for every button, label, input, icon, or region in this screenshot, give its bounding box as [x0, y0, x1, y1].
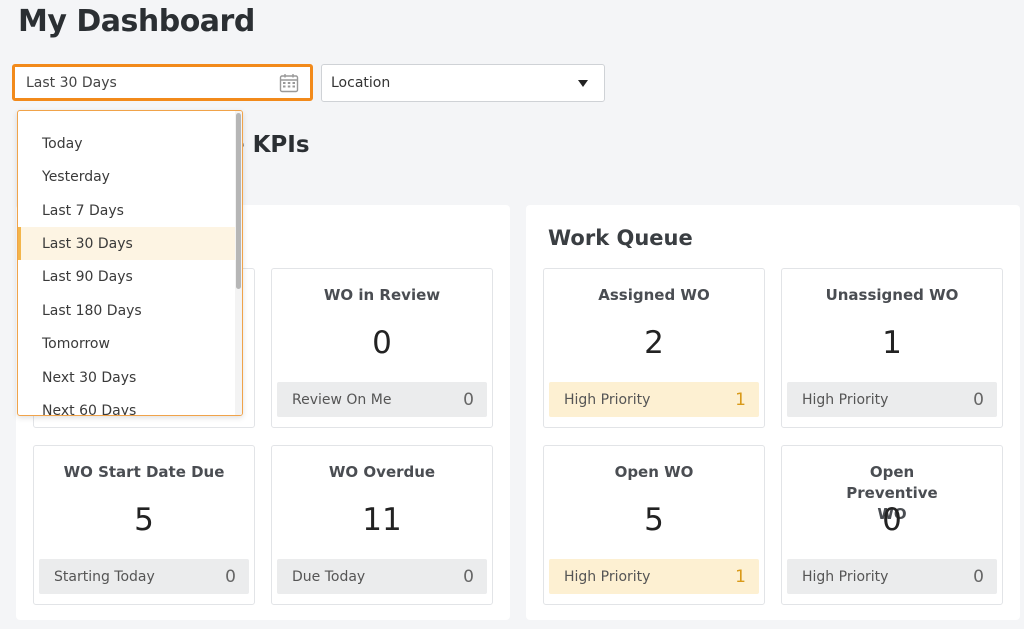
- date-range-dropdown[interactable]: Today Yesterday Last 7 Days Last 30 Days…: [17, 110, 243, 416]
- card-footer[interactable]: Starting Today 0: [39, 559, 249, 594]
- card-title: Open WO: [614, 463, 694, 481]
- footer-label: High Priority: [564, 391, 651, 408]
- card-value: 5: [134, 502, 154, 538]
- footer-count: 0: [973, 389, 984, 410]
- chevron-down-icon: [578, 80, 588, 87]
- card-value: 0: [882, 502, 902, 538]
- card-title: WO in Review: [323, 286, 441, 304]
- card-title: Assigned WO: [598, 286, 710, 304]
- card-footer[interactable]: Review On Me 0: [277, 382, 487, 417]
- location-select-value: Location: [331, 75, 391, 91]
- card-value: 2: [644, 325, 664, 361]
- location-select[interactable]: Location: [321, 64, 605, 102]
- queue-card-open-wo[interactable]: Open WO 5 High Priority 1: [543, 445, 765, 605]
- card-value: 1: [882, 325, 902, 361]
- footer-label: Due Today: [292, 568, 366, 585]
- footer-label: High Priority: [802, 568, 889, 585]
- footer-label: Starting Today: [54, 568, 155, 585]
- footer-count: 0: [225, 566, 236, 587]
- date-option-today[interactable]: Today: [18, 127, 237, 160]
- date-range-value: Last 30 Days: [26, 74, 117, 91]
- card-footer[interactable]: High Priority 0: [787, 559, 997, 594]
- date-option-last-30-days[interactable]: Last 30 Days: [18, 227, 237, 260]
- scrollbar-thumb[interactable]: [236, 113, 241, 289]
- kpi-card-wo-start-date-due[interactable]: WO Start Date Due 5 Starting Today 0: [33, 445, 255, 605]
- date-option-next-60-days[interactable]: Next 60 Days: [18, 394, 237, 416]
- work-queue-panel: Work Queue Assigned WO 2 High Priority 1…: [526, 205, 1020, 620]
- date-option-yesterday[interactable]: Yesterday: [18, 160, 237, 193]
- queue-card-assigned-wo[interactable]: Assigned WO 2 High Priority 1: [543, 268, 765, 428]
- date-option-last-7-days[interactable]: Last 7 Days: [18, 194, 237, 227]
- footer-label: Review On Me: [292, 391, 392, 408]
- queue-card-open-preventive-wo[interactable]: Open Preventive WO 0 High Priority 0: [781, 445, 1003, 605]
- footer-count: 0: [463, 389, 474, 410]
- dropdown-scrollbar[interactable]: [235, 111, 242, 415]
- footer-label: High Priority: [802, 391, 889, 408]
- calendar-icon[interactable]: [279, 73, 299, 93]
- date-option-next-30-days[interactable]: Next 30 Days: [18, 361, 237, 394]
- card-value: 5: [644, 502, 664, 538]
- footer-count: 0: [973, 566, 984, 587]
- card-footer[interactable]: High Priority 1: [549, 382, 759, 417]
- work-queue-title: Work Queue: [548, 226, 693, 250]
- date-range-field[interactable]: Last 30 Days: [12, 64, 313, 101]
- card-value: 11: [362, 502, 402, 538]
- date-option-last-90-days[interactable]: Last 90 Days: [18, 260, 237, 293]
- footer-count: 1: [735, 566, 746, 587]
- footer-count: 1: [735, 389, 746, 410]
- date-option-last-180-days[interactable]: Last 180 Days: [18, 294, 237, 327]
- card-title: WO Overdue: [328, 463, 436, 481]
- card-footer[interactable]: High Priority 0: [787, 382, 997, 417]
- footer-label: High Priority: [564, 568, 651, 585]
- card-footer[interactable]: Due Today 0: [277, 559, 487, 594]
- queue-card-unassigned-wo[interactable]: Unassigned WO 1 High Priority 0: [781, 268, 1003, 428]
- date-option-tomorrow[interactable]: Tomorrow: [18, 327, 237, 360]
- card-value: 0: [372, 325, 392, 361]
- card-title: WO Start Date Due: [63, 463, 225, 481]
- card-title: Unassigned WO: [825, 286, 959, 304]
- kpi-card-wo-in-review[interactable]: WO in Review 0 Review On Me 0: [271, 268, 493, 428]
- footer-count: 0: [463, 566, 474, 587]
- card-footer[interactable]: High Priority 1: [549, 559, 759, 594]
- kpi-card-wo-overdue[interactable]: WO Overdue 11 Due Today 0: [271, 445, 493, 605]
- page-title: My Dashboard: [18, 4, 255, 39]
